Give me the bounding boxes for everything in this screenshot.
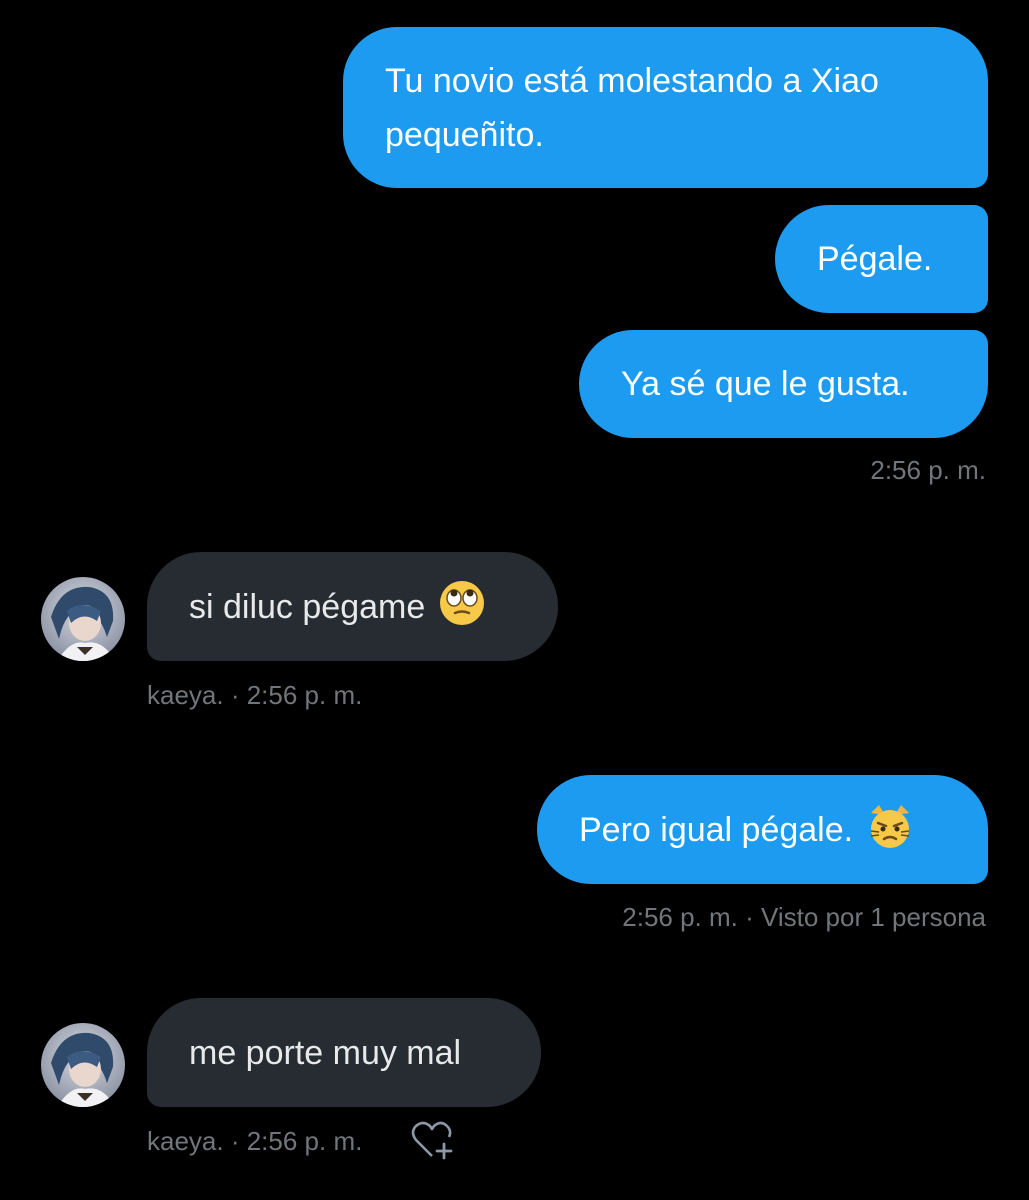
message-text: Tu novio está molestando a Xiao pequeñit… <box>385 62 879 154</box>
avatar-image <box>41 577 125 661</box>
message-timestamp-seen: 2:56 p. m. · Visto por 1 persona <box>622 902 986 932</box>
message-text: Pero igual pégale. <box>579 811 854 849</box>
avatar[interactable] <box>41 1023 125 1107</box>
message-text: Pégale. <box>817 240 933 278</box>
avatar-image <box>41 1023 125 1107</box>
face-with-rolling-eyes-icon <box>439 581 484 625</box>
add-reaction-heart-icon[interactable] <box>410 1120 458 1162</box>
pouting-cat-face-icon <box>870 805 909 848</box>
message-text: me porte muy mal <box>189 1034 462 1072</box>
message-timestamp: 2:56 p. m. <box>870 455 986 485</box>
outgoing-message[interactable]: Ya sé que le gusta. <box>579 330 988 438</box>
message-sender-timestamp: kaeya. · 2:56 p. m. <box>147 1126 363 1156</box>
outgoing-message[interactable]: Tu novio está molestando a Xiao pequeñit… <box>343 27 988 188</box>
outgoing-message[interactable]: Pero igual pégale. <box>537 775 988 884</box>
avatar[interactable] <box>41 577 125 661</box>
incoming-message[interactable]: si diluc pégame <box>147 552 558 661</box>
message-text: Ya sé que le gusta. <box>621 365 910 403</box>
message-sender-timestamp: kaeya. · 2:56 p. m. <box>147 680 363 710</box>
outgoing-message[interactable]: Pégale. <box>775 205 988 313</box>
incoming-message[interactable]: me porte muy mal <box>147 998 541 1107</box>
message-text: si diluc pégame <box>189 588 426 626</box>
